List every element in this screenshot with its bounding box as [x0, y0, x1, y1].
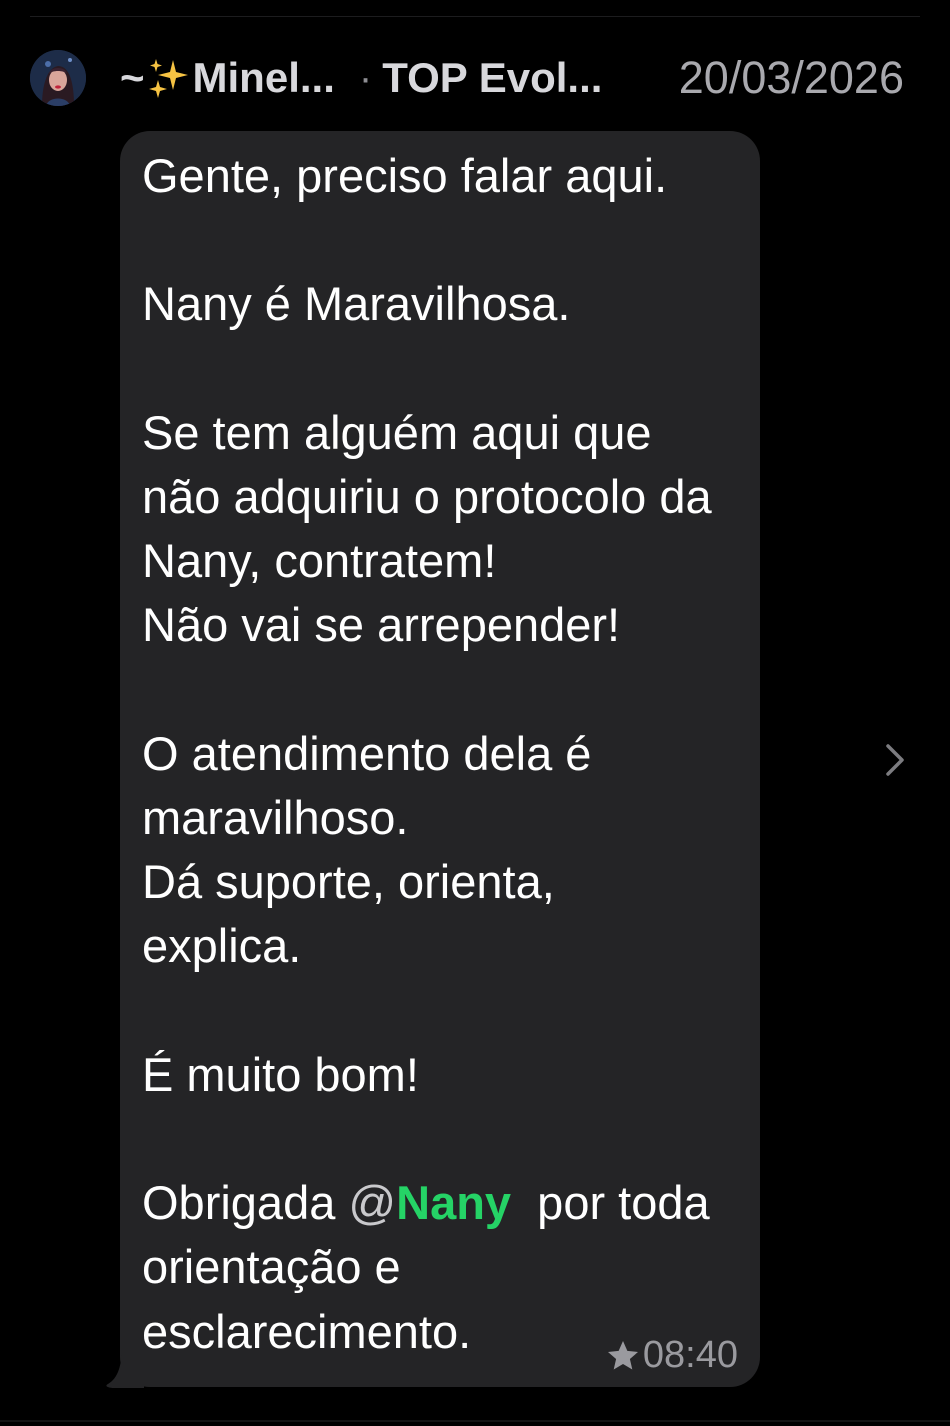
group-name[interactable]: TOP Evol...	[382, 54, 602, 102]
chevron-right-icon[interactable]	[880, 742, 910, 778]
message-paragraph: Nany é Maravilhosa.	[142, 277, 571, 331]
message-paragraph: Obrigada	[142, 1176, 349, 1230]
message-text: Gente, preciso falar aqui. Nany é Maravi…	[142, 144, 752, 1364]
sender-label[interactable]: ~ Minel...	[120, 54, 335, 102]
mention-link[interactable]: Nany	[396, 1176, 511, 1229]
message-date: 20/03/2026	[678, 52, 904, 103]
message-paragraph: Gente, preciso falar aqui.	[142, 149, 668, 202]
message-paragraph: É muito bom!	[142, 1047, 419, 1101]
top-divider	[30, 16, 920, 17]
bubble-tail	[106, 1344, 144, 1388]
bottom-divider	[0, 1420, 950, 1422]
sender-name: Minel...	[192, 54, 335, 101]
message-paragraph: O atendimento dela é maravilhoso. Dá sup…	[142, 726, 592, 973]
message-paragraph: Se tem alguém aqui que não adquiriu o pr…	[142, 405, 712, 652]
header-separator: ·	[358, 55, 373, 100]
sender-prefix: ~	[120, 54, 145, 101]
sender-avatar[interactable]	[30, 50, 86, 106]
sparkles-icon	[147, 56, 191, 100]
message-time: 08:40	[642, 1334, 738, 1376]
star-icon	[607, 1340, 638, 1369]
message-meta: 08:40	[605, 1334, 738, 1377]
avatar-photo	[30, 50, 86, 106]
message-header: ~ Minel... · TOP Evol...	[120, 50, 602, 106]
mention-at-sign[interactable]: @	[348, 1176, 396, 1229]
